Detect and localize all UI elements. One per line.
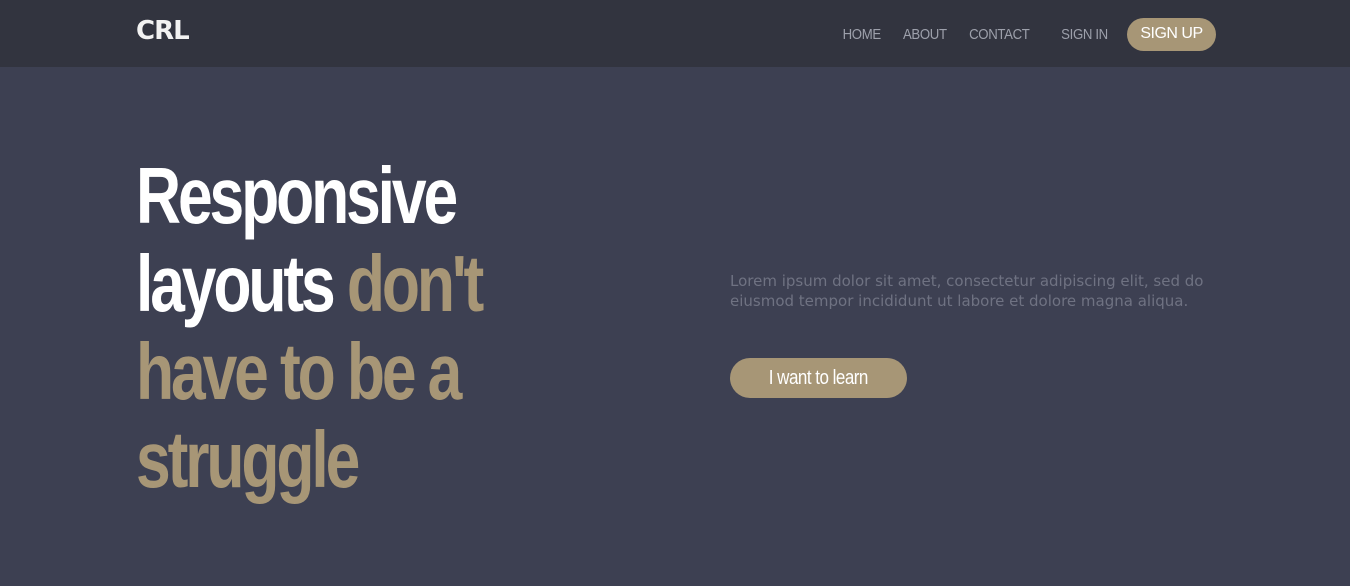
crl-logo[interactable]: CRL bbox=[136, 14, 190, 48]
nav-home-link[interactable]: HOME bbox=[843, 26, 882, 43]
hero-title: Responsive layouts don't have to be a st… bbox=[136, 152, 503, 504]
hero-title-white-2: layouts bbox=[136, 239, 336, 328]
hero-title-white-1: Responsive bbox=[136, 151, 458, 240]
hero-title-accent-1: don't bbox=[346, 239, 484, 328]
sign-in-link[interactable]: SIGN IN bbox=[1061, 26, 1108, 43]
sign-up-button[interactable]: SIGN UP bbox=[1127, 17, 1216, 51]
learn-button[interactable]: I want to learn bbox=[730, 358, 907, 398]
top-navigation-bar: CRL HOME ABOUT CONTACT SIGN IN SIGN UP bbox=[0, 0, 1350, 67]
hero-title-line-2: layouts don't bbox=[136, 240, 503, 328]
hero-title-line-4: struggle bbox=[136, 415, 360, 504]
main-nav: HOME ABOUT CONTACT SIGN IN SIGN UP bbox=[824, 17, 1216, 51]
nav-about-link[interactable]: ABOUT bbox=[903, 26, 947, 43]
hero-description: Lorem ipsum dolor sit amet, consectetur … bbox=[730, 272, 1204, 310]
hero-title-line-3: have to be a bbox=[136, 327, 462, 416]
nav-contact-link[interactable]: CONTACT bbox=[969, 26, 1030, 43]
learn-button-label: I want to learn bbox=[768, 366, 869, 389]
hero-title-line-1: Responsive bbox=[136, 152, 503, 240]
